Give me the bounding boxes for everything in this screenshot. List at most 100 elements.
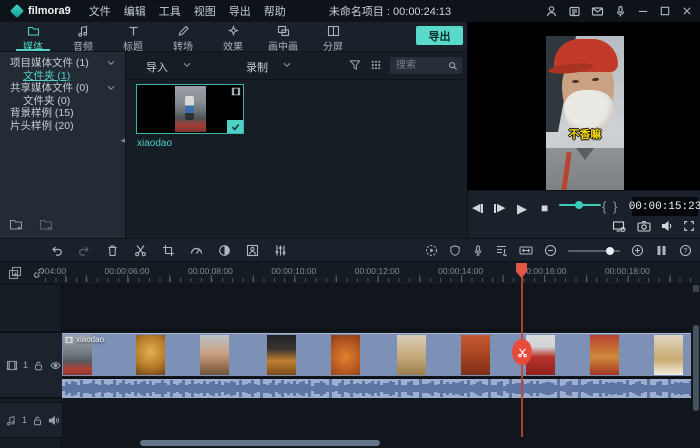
undo-icon[interactable] (50, 244, 63, 257)
mute-track-icon[interactable] (48, 415, 60, 426)
play-button[interactable]: ▶ (517, 203, 527, 214)
search-box[interactable] (390, 57, 462, 74)
zoom-out-icon[interactable] (544, 244, 557, 257)
delete-folder-button[interactable] (39, 218, 54, 231)
add-folder-button[interactable] (9, 218, 24, 231)
audio-mixer-panel-icon[interactable] (495, 244, 508, 257)
media-clip-name: xiaodao (137, 138, 172, 149)
speed-icon[interactable] (190, 244, 203, 257)
sidebar-item-folder-1[interactable]: 文件夹 (1) (0, 70, 125, 83)
vertical-scrollbar-thumb[interactable] (693, 325, 699, 411)
mark-out-bracket[interactable]: } (613, 200, 617, 213)
microphone-icon[interactable] (614, 5, 627, 18)
sidebar-item-shared-media[interactable]: 共享媒体文件 (0) (0, 82, 125, 95)
timeline-zoom-handle[interactable] (606, 247, 614, 255)
audio-mixer-icon[interactable] (274, 244, 287, 257)
display-settings-icon[interactable] (612, 220, 626, 233)
news-icon[interactable] (568, 5, 581, 18)
timeline-zoom-slider[interactable] (568, 250, 620, 252)
snapshot-camera-icon[interactable] (637, 220, 651, 232)
sidebar-item-folder-0[interactable]: 文件夹 (0) (0, 95, 125, 108)
video-track-number: 1 (23, 360, 28, 370)
film-icon (65, 336, 73, 344)
audio-track-lane[interactable] (62, 402, 691, 438)
export-button[interactable]: 导出 (416, 26, 463, 45)
next-frame-button[interactable]: ▶ (494, 203, 505, 214)
tab-transitions[interactable]: 转场 (158, 22, 208, 51)
mail-icon[interactable] (591, 5, 604, 18)
lock-track-icon[interactable] (33, 360, 44, 371)
account-icon[interactable] (545, 5, 558, 18)
sidebar-item-project-media[interactable]: 项目媒体文件 (1) (0, 57, 125, 70)
sidebar-item-sample-intros[interactable]: 片头样例 (20) (0, 120, 125, 133)
link-clips-icon[interactable] (32, 266, 46, 280)
color-correction-icon[interactable] (218, 244, 231, 257)
lock-track-icon[interactable] (32, 415, 43, 426)
app-logo-text: filmora9 (28, 5, 71, 17)
minimize-button[interactable] (637, 5, 649, 17)
search-input[interactable] (394, 59, 448, 72)
split-scissors-icon[interactable] (134, 244, 147, 257)
empty-video-track-lane[interactable] (62, 285, 691, 331)
record-voiceover-icon[interactable] (472, 244, 484, 257)
media-clip-card[interactable] (136, 84, 244, 134)
record-chevron-icon[interactable] (283, 62, 291, 68)
tab-effects[interactable]: 效果 (208, 22, 258, 51)
clip-thumbnail (590, 335, 619, 375)
video-track-header: 1 (0, 331, 62, 399)
app-logo: filmora9 (0, 5, 71, 17)
asset-tab-bar: 媒体 音频 标题 转场 效果 画中画 分屏 (0, 22, 467, 52)
toggle-track-visibility-icon[interactable] (49, 360, 62, 371)
filmora-window: filmora9 文件 编辑 工具 视图 导出 帮助 未命名项目 : 00:00… (0, 0, 700, 448)
add-to-new-track-icon[interactable] (8, 266, 22, 280)
maximize-button[interactable] (659, 5, 671, 17)
tab-label: 标题 (123, 38, 143, 53)
clip-thumbnail (267, 335, 296, 375)
zoom-in-icon[interactable] (631, 244, 644, 257)
music-note-icon (77, 25, 90, 37)
video-file-icon (231, 87, 241, 96)
tab-pip[interactable]: 画中画 (258, 22, 308, 51)
ruler-label: 00:00:10:00 (271, 266, 316, 276)
close-button[interactable] (681, 5, 693, 17)
audio-track-number: 1 (22, 415, 27, 425)
render-preview-icon[interactable] (425, 244, 438, 257)
fullscreen-icon[interactable] (683, 220, 695, 232)
ruler-scale[interactable]: 00:00:04:0000:00:06:0000:00:08:0000:00:1… (45, 262, 691, 284)
tab-label: 分屏 (323, 38, 343, 53)
redo-icon[interactable] (78, 244, 91, 257)
preview-video-frame: 不香嘛 (546, 36, 624, 190)
audio-track-icon (6, 415, 17, 426)
tab-audio[interactable]: 音频 (58, 22, 108, 51)
import-button[interactable]: 导入 (146, 59, 168, 75)
picture-in-picture-icon (277, 25, 290, 37)
import-chevron-icon[interactable] (183, 62, 191, 68)
previous-frame-button[interactable]: ◀ (472, 203, 483, 214)
split-at-playhead-button[interactable] (512, 339, 532, 365)
tab-split-screen[interactable]: 分屏 (308, 22, 358, 51)
chroma-key-icon[interactable] (246, 244, 259, 257)
timeline-video-clip[interactable]: xiaodao (62, 333, 691, 376)
collapse-sidebar-handle[interactable]: ◂ (120, 136, 125, 145)
sparkle-icon (227, 25, 240, 37)
grid-view-icon[interactable] (370, 59, 382, 71)
volume-icon[interactable] (661, 220, 674, 232)
delete-icon[interactable] (106, 244, 119, 257)
track-manager-icon[interactable] (655, 244, 668, 257)
tab-media[interactable]: 媒体 (8, 22, 58, 51)
crop-icon[interactable] (162, 244, 175, 257)
tab-titles[interactable]: 标题 (108, 22, 158, 51)
help-icon[interactable]: ? (679, 244, 692, 257)
shield-icon[interactable] (449, 244, 461, 257)
preview-slider[interactable] (559, 204, 601, 206)
record-button[interactable]: 录制 (246, 59, 268, 75)
mark-in-bracket[interactable]: { (602, 200, 606, 213)
preview-slider-handle[interactable] (575, 201, 583, 209)
horizontal-scrollbar-thumb[interactable] (140, 440, 380, 446)
clip-thumbnail (654, 335, 683, 375)
preview-viewport: 不香嘛 (467, 22, 700, 190)
sidebar-item-sample-backgrounds[interactable]: 背景样例 (15) (0, 107, 125, 120)
filter-icon[interactable] (349, 59, 361, 71)
fit-timeline-zoom-icon[interactable] (519, 244, 533, 257)
stop-button[interactable]: ■ (541, 203, 548, 214)
